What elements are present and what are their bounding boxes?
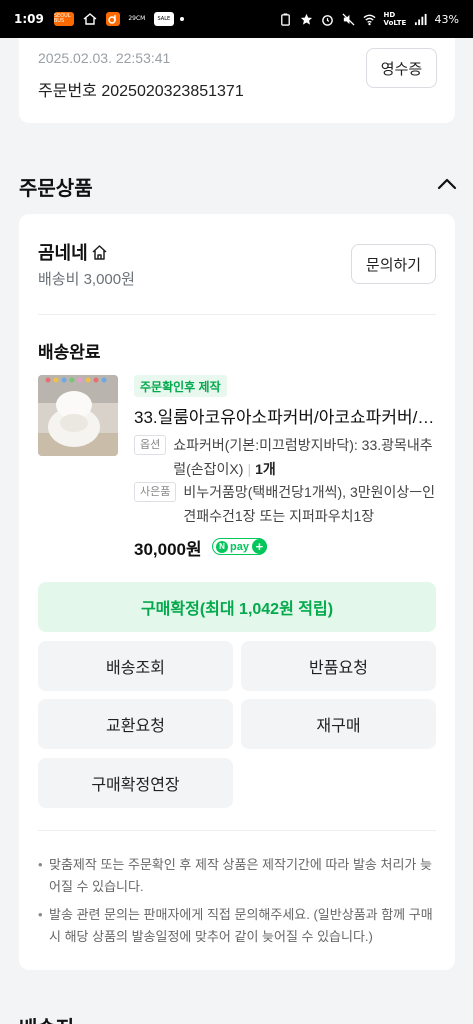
section-title-shipping-address: 배송지 (19, 1012, 74, 1024)
seoul-bus-app-icon: SEOUL BUS (53, 12, 74, 26)
volte-indicator: HD VoLTE (383, 11, 407, 27)
naver-pay-plus-badge: N pay + (212, 538, 267, 555)
home-app-icon (80, 12, 100, 26)
option-badge: 옵션 (134, 435, 167, 455)
purchase-confirm-button[interactable]: 구매확정(최대 1,042원 적립) (38, 582, 436, 632)
wifi-icon (363, 14, 376, 25)
status-bar: 1:09 SEOUL BUS 29CM SALE HD VoLTE 43% (0, 0, 473, 38)
status-app-icons: SEOUL BUS 29CM SALE (53, 12, 184, 26)
battery-percent: 43% (434, 12, 459, 26)
option-separator: | (247, 461, 252, 477)
notice-item: 발송 관련 문의는 판매자에게 직접 문의해주세요. (일반상품과 함께 구매 … (38, 904, 438, 948)
option-quantity: 1개 (255, 461, 276, 477)
receipt-button[interactable]: 영수증 (366, 48, 437, 88)
track-delivery-button[interactable]: 배송조회 (38, 641, 233, 691)
product-name[interactable]: 33.일룸아코유아소파커버/아코쇼파커버/아코소파커버 (134, 403, 439, 428)
battery-saver-icon (280, 12, 290, 26)
notification-dot-icon (179, 17, 184, 21)
signal-icon (414, 13, 427, 25)
sale-app-icon: SALE (153, 12, 174, 26)
product-thumbnail[interactable] (38, 375, 118, 456)
pay-label: pay (230, 540, 249, 553)
order-datetime: 2025.02.03. 22:53:41 (38, 50, 171, 66)
product-price: 30,000원 (134, 540, 202, 559)
shipping-fee: 배송비 3,000원 (38, 271, 135, 288)
exchange-request-button[interactable]: 교환요청 (38, 699, 233, 749)
product-image (38, 375, 118, 456)
gift-badge: 사은품 (134, 482, 177, 502)
return-request-button[interactable]: 반품요청 (241, 641, 436, 691)
order-number-label: 주문번호 (38, 83, 97, 100)
order-item-card: 곰네네 배송비 3,000원 문의하기 배송완료 주문확인후 제작 33.일룸아… (19, 214, 455, 970)
alarm-icon (321, 14, 333, 26)
notice-item: 맞춤제작 또는 주문확인 후 제작 상품은 제작기간에 따라 발송 처리가 늦어… (38, 854, 438, 898)
status-right-icons: HD VoLTE 43% (279, 11, 459, 27)
store-name[interactable]: 곰네네 (38, 239, 88, 265)
plus-icon: + (251, 539, 267, 554)
order-info-card: 2025.02.03. 22:53:41 주문번호 20250203238513… (19, 38, 455, 123)
29cm-app-icon: 29CM (128, 15, 146, 22)
divider (38, 314, 436, 315)
gift-row: 사은품 비누거품망(택배건당1개씩), 3만원이상ㅡ인견패수건1장 또는 지퍼파… (134, 480, 441, 528)
option-row: 옵션 쇼파커버(기본:미끄럼방지바닥): 33.광목내추럴(손잡이X) | 1개 (134, 433, 435, 481)
option-text-wrap: 쇼파커버(기본:미끄럼방지바닥): 33.광목내추럴(손잡이X) | 1개 (173, 433, 435, 481)
gift-text: 비누거품망(택배건당1개씩), 3만원이상ㅡ인견패수건1장 또는 지퍼파우치1장 (183, 484, 436, 524)
extend-confirm-button[interactable]: 구매확정연장 (38, 758, 233, 808)
store-home-icon[interactable] (91, 244, 108, 261)
divider (38, 830, 436, 831)
order-number-row: 주문번호 2025020323851371 (38, 77, 244, 101)
naver-n-icon: N (216, 540, 228, 553)
option-text: 쇼파커버(기본:미끄럼방지바닥): 33.광목내추럴(손잡이X) (173, 437, 433, 477)
made-to-order-tag: 주문확인후 제작 (134, 375, 227, 397)
mute-icon (342, 12, 355, 26)
section-title-order-items: 주문상품 (19, 178, 93, 200)
reorder-button[interactable]: 재구매 (241, 699, 436, 749)
order-number-value: 2025020323851371 (101, 83, 244, 100)
status-time: 1:09 (14, 12, 44, 26)
notice-list: 맞춤제작 또는 주문확인 후 제작 상품은 제작기간에 따라 발송 처리가 늦어… (38, 854, 438, 954)
inquiry-button[interactable]: 문의하기 (351, 244, 436, 284)
delivery-status: 배송완료 (38, 343, 101, 362)
delivery-app-icon (105, 12, 120, 26)
star-icon (300, 13, 312, 25)
chevron-up-icon[interactable] (437, 176, 457, 192)
store-name-row[interactable]: 곰네네 (38, 239, 108, 265)
